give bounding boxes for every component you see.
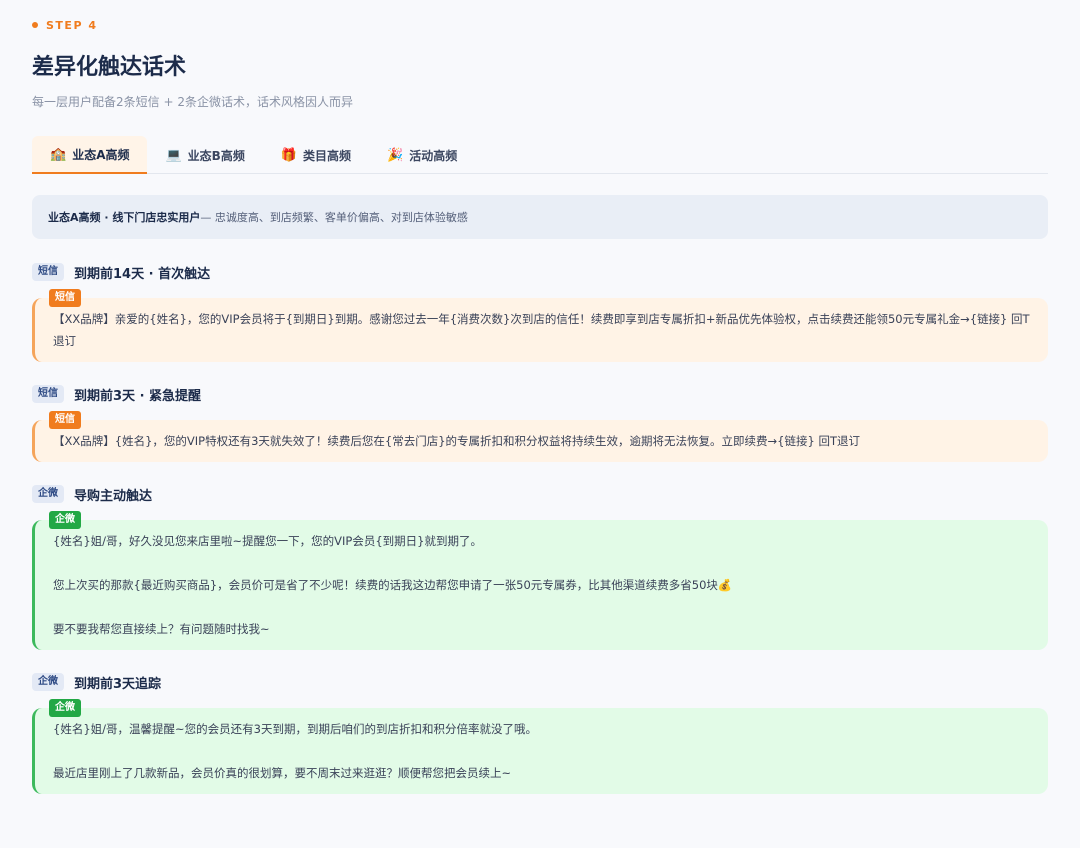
laptop-icon: 💻	[165, 147, 182, 163]
step-indicator: STEP 4	[32, 18, 1048, 32]
section-title: 到期前3天 · 紧急提醒	[74, 388, 202, 404]
script-section-sms-14d: 短信 到期前14天 · 首次触达 短信 【XX品牌】亲爱的{姓名}，您的VIP会…	[32, 262, 1048, 362]
channel-badge: 短信	[49, 411, 81, 429]
message-text: {姓名}姐/哥，好久没见您来店里啦~提醒您一下，您的VIP会员{到期日}就到期了…	[53, 534, 482, 548]
tab-label: 类目高频	[303, 148, 352, 163]
channel-badge: 短信	[49, 289, 81, 307]
page: STEP 4 差异化触达话术 每一层用户配备2条短信 + 2条企微话术，话术风格…	[0, 0, 1080, 794]
tab-format-a-high[interactable]: 🏫 业态A高频	[32, 136, 148, 174]
gift-icon: 🎁	[280, 147, 298, 163]
message-bubble: 企微 {姓名}姐/哥，好久没见您来店里啦~提醒您一下，您的VIP会员{到期日}就…	[32, 511, 1048, 650]
message-text: 要不要我帮您直接续上？有问题随时找我~	[53, 622, 270, 636]
channel-tag: 企微	[32, 485, 64, 503]
message-text: 最近店里刚上了几款新品，会员价真的很划算，要不周末过来逛逛？顺便帮您把会员续上~	[53, 766, 512, 780]
channel-tag: 短信	[32, 385, 64, 403]
segment-info-box: 业态A高频 · 线下门店忠实用户 — 忠诚度高、到店频繁、客单价偏高、对到店体验…	[32, 195, 1048, 239]
tab-label: 业态A高频	[72, 147, 130, 162]
channel-tag: 企微	[32, 673, 64, 691]
channel-badge: 企微	[49, 699, 81, 717]
page-subtitle: 每一层用户配备2条短信 + 2条企微话术，话术风格因人而异	[32, 95, 353, 109]
tab-category-high[interactable]: 🎁 类目高频	[263, 136, 369, 174]
message-text: 您上次买的那款{最近购买商品}，会员价可是省了不少呢！续费的话我这边帮您申请了一…	[53, 578, 733, 592]
script-section-sms-3d: 短信 到期前3天 · 紧急提醒 短信 【XX品牌】{姓名}，您的VIP特权还有3…	[32, 384, 1048, 462]
message-text: 【XX品牌】{姓名}，您的VIP特权还有3天就失效了！续费后您在{常去门店}的专…	[53, 434, 860, 448]
script-section-wx-followup: 企微 到期前3天追踪 企微 {姓名}姐/哥，温馨提醒~您的会员还有3天到期，到期…	[32, 672, 1048, 794]
section-header: 企微 导购主动触达	[32, 484, 1048, 504]
script-section-wx-guide: 企微 导购主动触达 企微 {姓名}姐/哥，好久没见您来店里啦~提醒您一下，您的V…	[32, 484, 1048, 650]
section-title: 导购主动触达	[74, 488, 153, 504]
step-dot-icon	[32, 22, 38, 28]
section-header: 短信 到期前14天 · 首次触达	[32, 262, 1048, 282]
tab-bar: 🏫 业态A高频 💻 业态B高频 🎁 类目高频 🎉 活动高频	[32, 136, 1048, 174]
segment-name: 业态A高频 · 线下门店忠实用户	[48, 211, 201, 224]
school-icon: 🏫	[50, 146, 67, 162]
tab-label: 活动高频	[409, 148, 458, 163]
step-label: STEP 4	[46, 18, 98, 32]
section-header: 短信 到期前3天 · 紧急提醒	[32, 384, 1048, 404]
tab-activity-high[interactable]: 🎉 活动高频	[369, 136, 475, 174]
section-title: 到期前3天追踪	[74, 676, 162, 692]
page-title: 差异化触达话术	[32, 55, 187, 80]
message-text: 【XX品牌】亲爱的{姓名}，您的VIP会员将于{到期日}到期。感谢您过去一年{消…	[53, 312, 1030, 348]
section-header: 企微 到期前3天追踪	[32, 672, 1048, 692]
tab-format-b-high[interactable]: 💻 业态B高频	[147, 136, 262, 174]
section-title: 到期前14天 · 首次触达	[74, 266, 211, 282]
channel-tag: 短信	[32, 263, 64, 281]
channel-badge: 企微	[49, 511, 81, 529]
message-bubble: 短信 【XX品牌】亲爱的{姓名}，您的VIP会员将于{到期日}到期。感谢您过去一…	[32, 289, 1048, 362]
message-bubble: 短信 【XX品牌】{姓名}，您的VIP特权还有3天就失效了！续费后您在{常去门店…	[32, 411, 1048, 462]
party-popper-icon: 🎉	[387, 147, 404, 163]
message-bubble: 企微 {姓名}姐/哥，温馨提醒~您的会员还有3天到期，到期后咱们的到店折扣和积分…	[32, 699, 1048, 794]
segment-description: — 忠诚度高、到店频繁、客单价偏高、对到店体验敏感	[200, 211, 468, 224]
message-text: {姓名}姐/哥，温馨提醒~您的会员还有3天到期，到期后咱们的到店折扣和积分倍率就…	[53, 722, 537, 736]
tab-label: 业态B高频	[187, 148, 245, 163]
